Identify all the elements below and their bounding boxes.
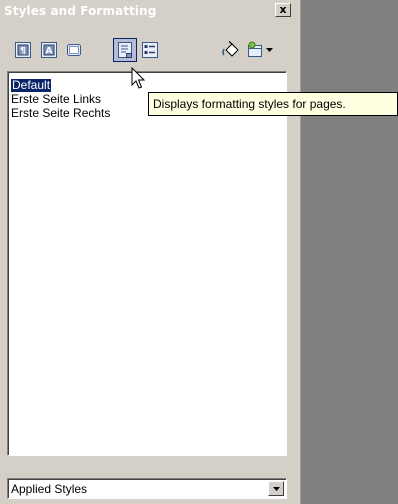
frame-styles-icon bbox=[67, 44, 81, 56]
close-icon: x bbox=[279, 3, 287, 16]
page-styles-icon bbox=[118, 42, 132, 58]
styles-toolbar: ¶ A bbox=[0, 36, 300, 66]
panel-titlebar: Styles and Formatting x bbox=[0, 0, 300, 38]
new-style-icon bbox=[247, 41, 262, 57]
panel-title: Styles and Formatting bbox=[4, 4, 157, 18]
list-styles-button[interactable] bbox=[138, 38, 162, 62]
chevron-down-icon bbox=[265, 47, 273, 52]
tooltip: Displays formatting styles for pages. bbox=[148, 92, 398, 116]
svg-text:¶: ¶ bbox=[20, 47, 26, 57]
new-style-button[interactable] bbox=[244, 38, 274, 62]
fill-format-mode-button[interactable] bbox=[219, 38, 243, 62]
list-item[interactable]: Erste Seite Rechts bbox=[11, 107, 110, 120]
style-filter-select[interactable]: Applied Styles bbox=[7, 478, 287, 499]
paint-bucket-icon bbox=[222, 41, 239, 57]
list-styles-icon bbox=[142, 42, 158, 58]
document-workspace bbox=[300, 0, 398, 504]
list-item[interactable]: Default bbox=[11, 79, 52, 92]
svg-text:A: A bbox=[46, 47, 53, 57]
close-button[interactable]: x bbox=[275, 3, 291, 17]
style-filter-dropdown-button[interactable] bbox=[268, 481, 284, 496]
page-styles-button[interactable] bbox=[113, 38, 137, 62]
style-filter-value: Applied Styles bbox=[11, 482, 88, 496]
paragraph-styles-button[interactable]: ¶ bbox=[11, 38, 35, 62]
mouse-pointer-icon bbox=[131, 67, 146, 89]
paragraph-styles-icon: ¶ bbox=[15, 42, 31, 58]
chevron-down-icon bbox=[272, 486, 280, 491]
styles-and-formatting-panel: Styles and Formatting x ¶ A Default Erst… bbox=[0, 0, 300, 504]
frame-styles-button[interactable] bbox=[62, 38, 86, 62]
styles-list[interactable]: Default Erste Seite Links Erste Seite Re… bbox=[7, 71, 287, 456]
character-styles-button[interactable]: A bbox=[37, 38, 61, 62]
character-styles-icon: A bbox=[41, 42, 57, 58]
list-item[interactable]: Erste Seite Links bbox=[11, 93, 101, 106]
